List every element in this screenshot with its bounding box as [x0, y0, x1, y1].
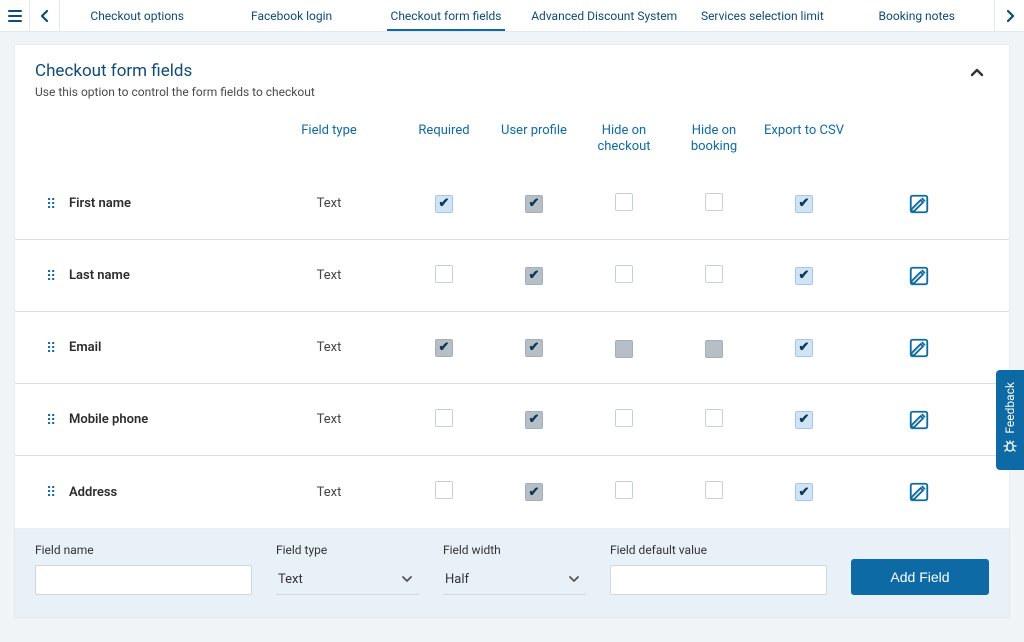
checkbox[interactable]: [435, 195, 453, 213]
checkbox: [525, 267, 543, 285]
tab-facebook-login[interactable]: Facebook login: [214, 0, 368, 31]
drag-handle-icon[interactable]: [46, 198, 58, 210]
drag-handle-icon[interactable]: [46, 414, 58, 426]
table-row: EmailText: [15, 312, 1009, 384]
col-hide-checkout: Hide on checkout: [579, 123, 669, 154]
checkbox: [705, 340, 723, 358]
edit-icon[interactable]: [908, 337, 930, 359]
table-header-row: Field type Required User profile Hide on…: [15, 109, 1009, 168]
checkbox: [435, 339, 453, 357]
field-width-label: Field width: [443, 543, 586, 557]
checkbox[interactable]: [705, 409, 723, 427]
drag-handle-icon[interactable]: [46, 270, 58, 282]
field-type-value: Text: [259, 196, 399, 211]
field-name: Mobile phone: [69, 412, 259, 427]
table-row: Last nameText: [15, 240, 1009, 312]
panel-collapse-button[interactable]: [965, 61, 989, 85]
field-type-select[interactable]: Text: [276, 565, 419, 595]
tab-booking-notes[interactable]: Booking notes: [840, 0, 994, 31]
field-name: First name: [69, 196, 259, 211]
checkbox: [525, 339, 543, 357]
tabs-scroll-left[interactable]: [30, 0, 60, 31]
checkbox[interactable]: [615, 481, 633, 499]
field-name-input[interactable]: [35, 565, 252, 595]
checkbox[interactable]: [795, 411, 813, 429]
checkout-form-fields-panel: Checkout form fields Use this option to …: [14, 44, 1010, 529]
field-type-value: Text: [259, 412, 399, 427]
checkbox[interactable]: [435, 481, 453, 499]
edit-icon[interactable]: [908, 265, 930, 287]
checkbox[interactable]: [795, 483, 813, 501]
field-width-value: Half: [445, 572, 469, 587]
tabs-container: Checkout optionsFacebook loginCheckout f…: [60, 0, 994, 31]
table-row: Mobile phoneText: [15, 384, 1009, 456]
panel-title: Checkout form fields: [35, 61, 315, 81]
bug-icon: [1003, 440, 1017, 458]
edit-icon[interactable]: [908, 193, 930, 215]
tab-checkout-form-fields[interactable]: Checkout form fields: [369, 0, 523, 31]
checkbox[interactable]: [705, 193, 723, 211]
edit-icon[interactable]: [908, 481, 930, 503]
field-type-label: Field type: [276, 543, 419, 557]
tab-advanced-discount-system[interactable]: Advanced Discount System: [523, 0, 685, 31]
checkbox[interactable]: [435, 409, 453, 427]
panel-header: Checkout form fields Use this option to …: [15, 45, 1009, 109]
table-row: AddressText: [15, 456, 1009, 528]
field-type-value: Text: [259, 340, 399, 355]
checkbox[interactable]: [615, 409, 633, 427]
checkbox: [525, 411, 543, 429]
col-required: Required: [399, 123, 489, 139]
field-name: Address: [69, 485, 259, 500]
drag-handle-icon[interactable]: [46, 486, 58, 498]
add-field-bar: Field name Field type Text Field width H…: [14, 529, 1010, 618]
hamburger-menu-icon[interactable]: [0, 0, 30, 31]
checkbox[interactable]: [795, 195, 813, 213]
field-name: Last name: [69, 268, 259, 283]
col-hide-booking: Hide on booking: [669, 123, 759, 154]
checkbox: [615, 340, 633, 358]
feedback-tab[interactable]: Feedback: [996, 370, 1024, 470]
checkbox[interactable]: [705, 265, 723, 283]
top-tab-bar: Checkout optionsFacebook loginCheckout f…: [0, 0, 1024, 32]
checkbox[interactable]: [615, 265, 633, 283]
field-type-value: Text: [278, 572, 303, 587]
field-name: Email: [69, 340, 259, 355]
panel-subtitle: Use this option to control the form fiel…: [35, 85, 315, 99]
checkbox[interactable]: [615, 193, 633, 211]
add-field-button[interactable]: Add Field: [851, 559, 989, 595]
table-row: First nameText: [15, 168, 1009, 240]
checkbox: [525, 483, 543, 501]
edit-icon[interactable]: [908, 409, 930, 431]
col-user-profile: User profile: [489, 123, 579, 139]
field-type-value: Text: [259, 485, 399, 500]
field-name-label: Field name: [35, 543, 252, 557]
col-export-csv: Export to CSV: [759, 123, 849, 139]
col-field-type: Field type: [259, 123, 399, 138]
checkbox[interactable]: [705, 481, 723, 499]
tab-services-selection-limit[interactable]: Services selection limit: [685, 0, 839, 31]
field-width-select[interactable]: Half: [443, 565, 586, 595]
checkbox[interactable]: [795, 339, 813, 357]
tabs-scroll-right[interactable]: [994, 0, 1024, 31]
chevron-down-icon: [568, 572, 580, 587]
checkbox[interactable]: [795, 267, 813, 285]
feedback-label: Feedback: [1003, 382, 1017, 434]
drag-handle-icon[interactable]: [46, 342, 58, 354]
field-type-value: Text: [259, 268, 399, 283]
checkbox[interactable]: [435, 265, 453, 283]
tab-checkout-options[interactable]: Checkout options: [60, 0, 214, 31]
checkbox: [525, 195, 543, 213]
field-default-input[interactable]: [610, 565, 827, 595]
field-default-label: Field default value: [610, 543, 827, 557]
chevron-down-icon: [401, 572, 413, 587]
